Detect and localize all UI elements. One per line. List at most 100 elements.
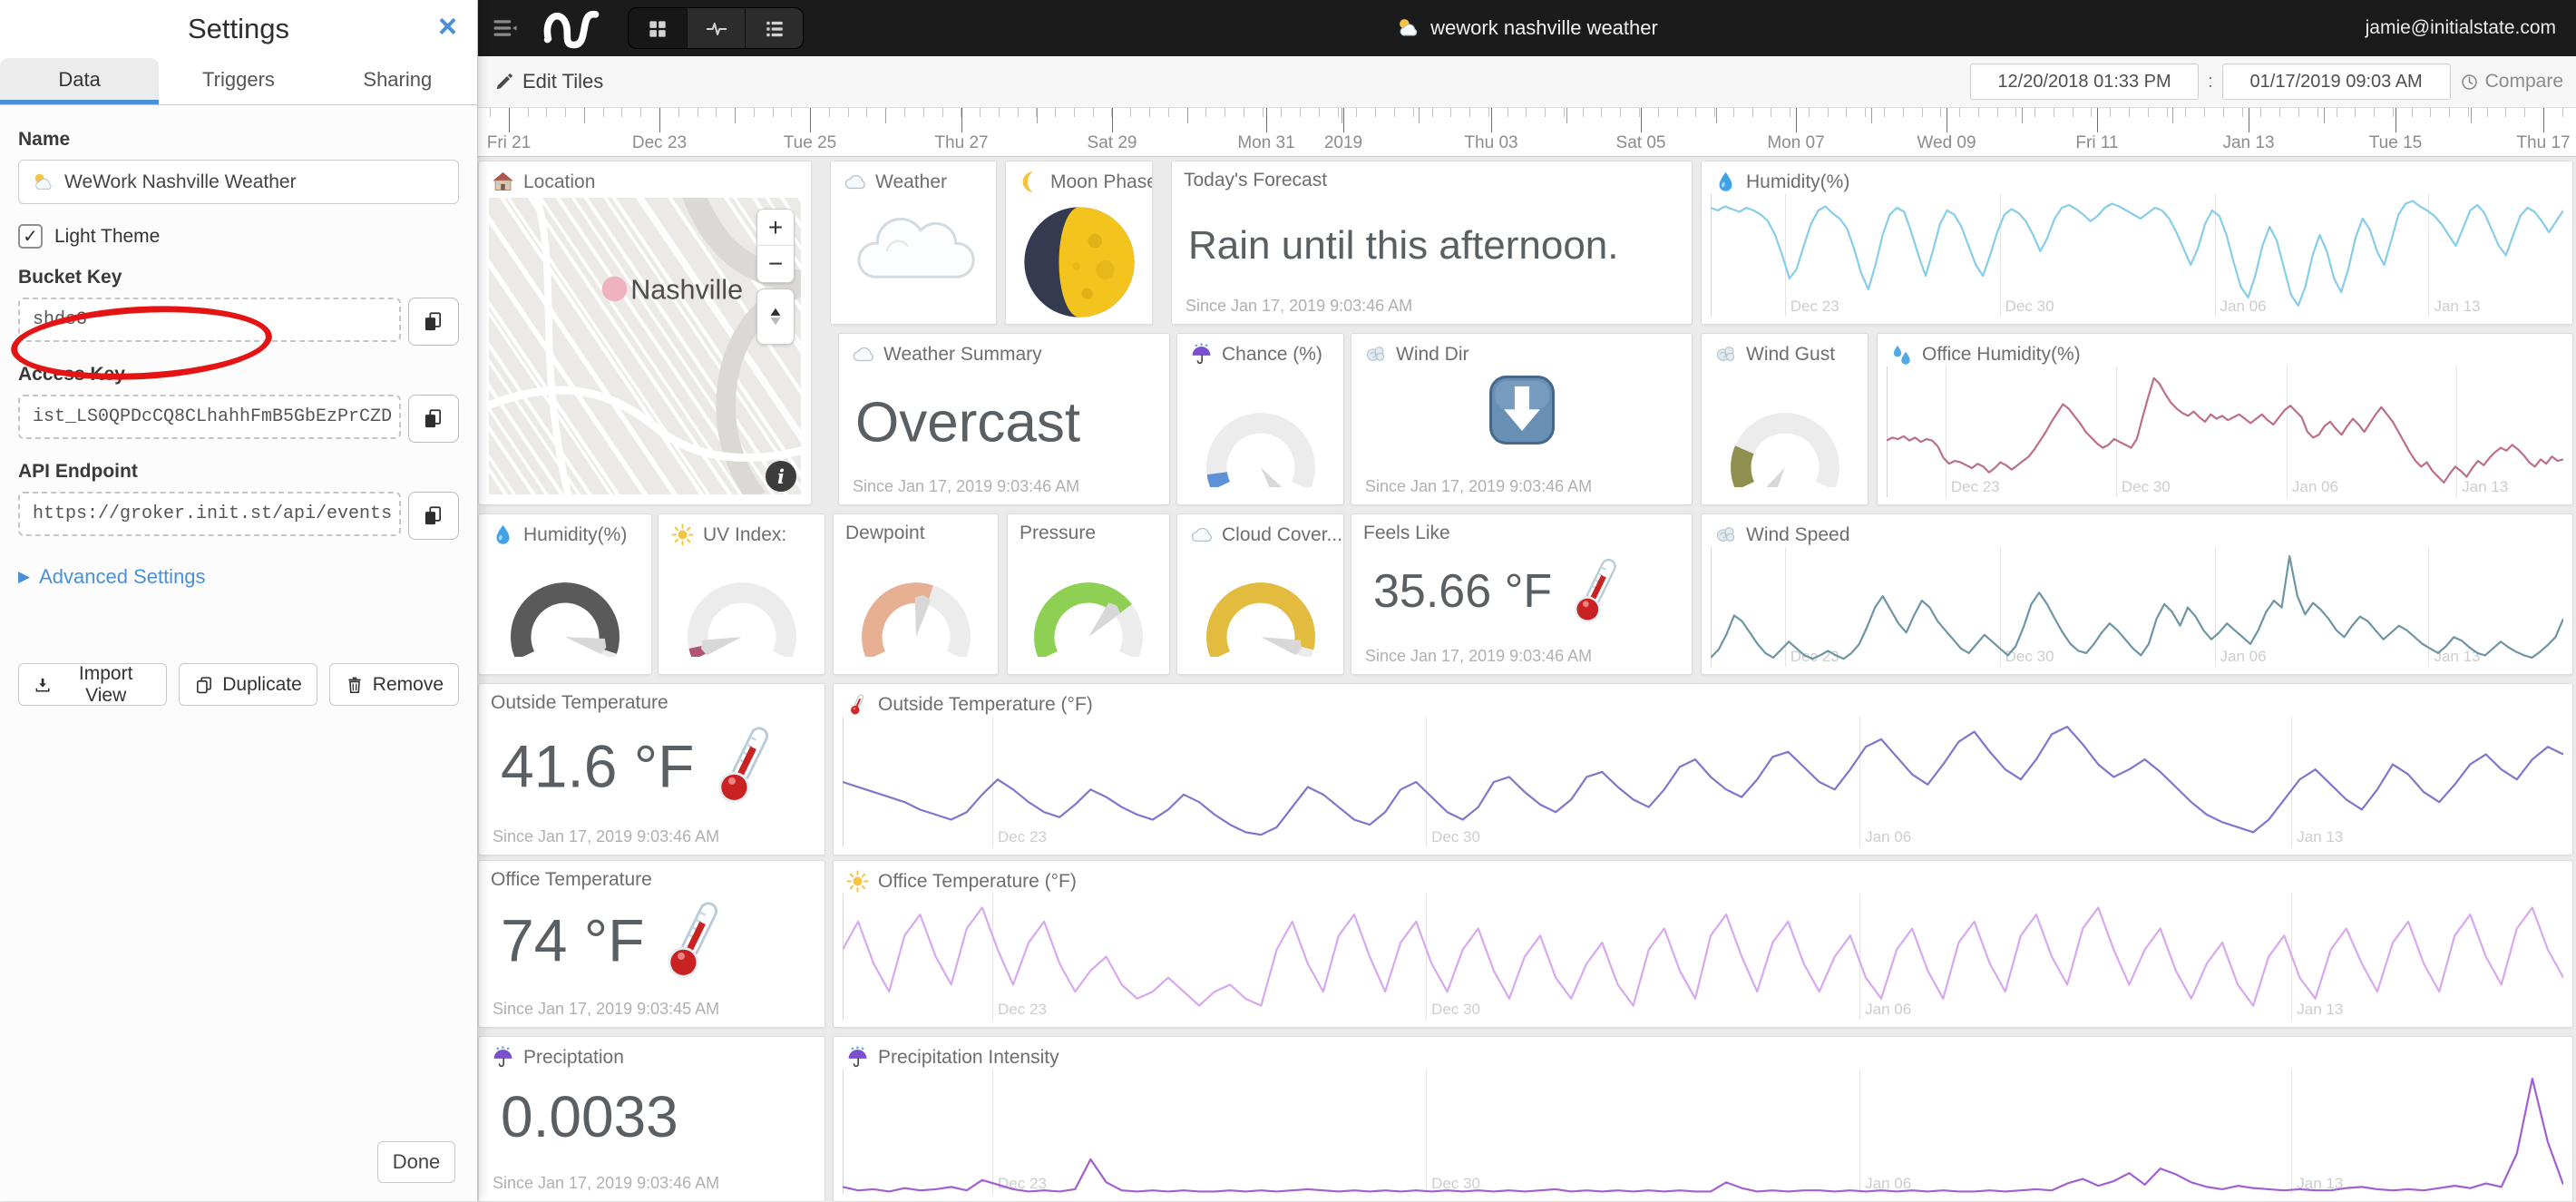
end-date-input[interactable]: 01/17/2019 09:03 AM — [2222, 64, 2451, 100]
timeline-minor-tick — [2524, 108, 2525, 117]
timeline-date-label: Sat 05 — [1616, 133, 1666, 153]
tile-chance[interactable]: Chance (%) — [1176, 333, 1344, 505]
compare-button[interactable]: Compare — [2460, 71, 2563, 93]
copy-access-key-button[interactable] — [408, 395, 459, 443]
timeline-minor-tick — [2355, 108, 2356, 117]
timeline-minor-tick — [2185, 108, 2186, 117]
remove-button[interactable]: Remove — [329, 663, 459, 706]
tile-forecast[interactable]: Today's Forecast Rain until this afternoo… — [1171, 161, 1693, 325]
tile-value: Rain until this afternoon. — [1188, 223, 1619, 269]
timeline-date-label: Mon 07 — [1767, 133, 1824, 153]
tile-wind-dir[interactable]: Wind DirSince Jan 17, 2019 9:03:46 AM — [1351, 333, 1693, 505]
access-key-input[interactable]: ist_LS0QPDcCQ8CLhahhFmB5GbEzPrCZD — [18, 395, 401, 439]
timeline-minor-tick — [2505, 108, 2506, 117]
timeline-minor-tick — [1319, 108, 1320, 117]
tile-title: Today's Forecast — [1184, 170, 1327, 191]
tile-title: Feels Like — [1363, 523, 1450, 544]
cloud-icon — [1189, 523, 1214, 547]
timeline-minor-tick — [791, 108, 792, 117]
tile-humidity-chart[interactable]: Humidity(%)Dec 23Dec 30Jan 06Jan 13 — [1701, 161, 2573, 325]
bucket-key-input[interactable]: shds3 — [18, 298, 401, 342]
tab-sharing[interactable]: Sharing — [318, 58, 477, 104]
tile-office-temp[interactable]: Office Temperature74 °FSince Jan 17, 201… — [478, 860, 825, 1028]
duplicate-button[interactable]: Duplicate — [179, 663, 317, 706]
tile-uv-index[interactable]: UV Index: — [658, 513, 825, 675]
tile-humidity-gauge[interactable]: Humidity(%) — [478, 513, 652, 675]
timeline-minor-tick — [1695, 108, 1696, 117]
timeline-minor-tick — [1564, 108, 1565, 117]
gauge — [845, 559, 987, 657]
start-date-input[interactable]: 12/20/2018 01:33 PM — [1970, 64, 2199, 100]
close-icon[interactable]: × — [438, 7, 457, 45]
map-canvas[interactable]: Nashville — [489, 198, 801, 494]
tab-triggers[interactable]: Triggers — [159, 58, 317, 104]
map-info-button[interactable]: i — [766, 461, 796, 492]
trash-icon — [345, 675, 365, 695]
settings-tabs: Data Triggers Sharing — [0, 58, 477, 105]
tile-moon-phase[interactable]: Moon Phase — [1005, 161, 1153, 325]
tile-cloud-cover[interactable]: Cloud Cover... — [1176, 513, 1344, 675]
chart-area: Dec 23Dec 30Jan 06Jan 13 — [843, 894, 2563, 1020]
timeline-minor-tick — [2034, 108, 2035, 117]
light-theme-checkbox[interactable]: Light Theme — [18, 224, 459, 249]
tile-pressure[interactable]: Pressure — [1007, 513, 1170, 675]
timeline-minor-tick — [2298, 108, 2299, 117]
timeline-minor-tick — [1205, 108, 1206, 117]
timeline-day-tick — [2324, 108, 2325, 123]
tile-precip-intensity[interactable]: Precipitation IntensityDec 23Dec 30Jan 0… — [833, 1036, 2573, 1202]
wind_speed-chart — [1711, 547, 2563, 667]
edit-tiles-button[interactable]: Edit Tiles — [494, 56, 603, 107]
map-zoom-out-button[interactable]: − — [757, 246, 794, 282]
timeline-minor-tick — [2487, 108, 2488, 117]
tile-wind-speed[interactable]: Wind SpeedDec 23Dec 30Jan 06Jan 13 — [1701, 513, 2573, 675]
timeline-minor-tick — [1263, 108, 1264, 117]
tile-title: Chance (%) — [1222, 344, 1322, 366]
checkbox-checked-icon[interactable] — [18, 224, 43, 249]
timeline-major-tick — [1343, 108, 1344, 132]
cloudsun-icon — [1396, 15, 1421, 41]
tile-value: Overcast — [855, 390, 1080, 454]
copy-api-endpoint-button[interactable] — [408, 492, 459, 540]
api-endpoint-input[interactable]: https://groker.init.st/api/events — [18, 492, 401, 536]
tile-weather-summary[interactable]: Weather SummaryOvercastSince Jan 17, 201… — [838, 333, 1170, 505]
tile-outside-temp-chart[interactable]: Outside Temperature (°F)Dec 23Dec 30Jan … — [833, 683, 2573, 855]
umbrella-icon — [491, 1045, 515, 1070]
advanced-settings-link[interactable]: ▶ Advanced Settings — [18, 565, 459, 589]
timeline-minor-tick — [1375, 108, 1376, 117]
wind-icon — [1363, 342, 1388, 366]
timeline-minor-tick — [1526, 108, 1527, 117]
done-button[interactable]: Done — [377, 1141, 455, 1183]
gauge — [671, 559, 813, 657]
timeline-day-tick — [1566, 108, 1567, 123]
timeline-minor-tick — [1903, 108, 1904, 117]
tile-weather[interactable]: Weather — [830, 161, 997, 325]
timeline-minor-tick — [1733, 108, 1734, 117]
view-name-input[interactable]: WeWork Nashville Weather — [18, 160, 459, 204]
tile-location[interactable]: LocationNashville+−i — [478, 161, 812, 505]
tile-dewpoint[interactable]: Dewpoint — [833, 513, 999, 675]
tile-title: Office Temperature (°F) — [878, 871, 1077, 893]
copy-bucket-key-button[interactable] — [408, 298, 459, 346]
tile-precipitation[interactable]: Preciptation0.0033Since Jan 17, 2019 9:0… — [478, 1036, 825, 1202]
umbrella-icon — [845, 1045, 870, 1070]
settings-title: Settings — [0, 0, 477, 58]
timeline-minor-tick — [1997, 108, 1998, 117]
tile-office-temp-chart[interactable]: Office Temperature (°F)Dec 23Dec 30Jan 0… — [833, 860, 2573, 1028]
tab-data[interactable]: Data — [0, 58, 159, 104]
sun-icon — [670, 523, 695, 547]
timeline-minor-tick — [1884, 108, 1885, 117]
timeline-date-label: Fri 11 — [2075, 133, 2118, 153]
tile-value: 35.66 °F — [1373, 564, 1552, 619]
timeline-minor-tick — [2279, 108, 2280, 117]
map-zoom-in-button[interactable]: + — [757, 210, 794, 246]
timeline-minor-tick — [1752, 108, 1753, 117]
user-email[interactable]: jamie@initialstate.com — [2366, 0, 2556, 56]
timeline-ruler[interactable]: Fri 21Dec 23Tue 25Thu 27Sat 29Mon 312019… — [478, 108, 2576, 157]
timeline-minor-tick — [1790, 108, 1791, 117]
import-view-button[interactable]: Import View — [18, 663, 167, 706]
tile-feels-like[interactable]: Feels Like35.66 °FSince Jan 17, 2019 9:0… — [1351, 513, 1693, 675]
tile-outside-temp[interactable]: Outside Temperature41.6 °FSince Jan 17, … — [478, 683, 825, 855]
tile-wind-gust[interactable]: Wind Gust — [1701, 333, 1869, 505]
tile-office-humidity[interactable]: Office Humidity(%)Dec 23Dec 30Jan 06Jan … — [1877, 333, 2573, 505]
map-compass-button[interactable] — [756, 288, 795, 345]
